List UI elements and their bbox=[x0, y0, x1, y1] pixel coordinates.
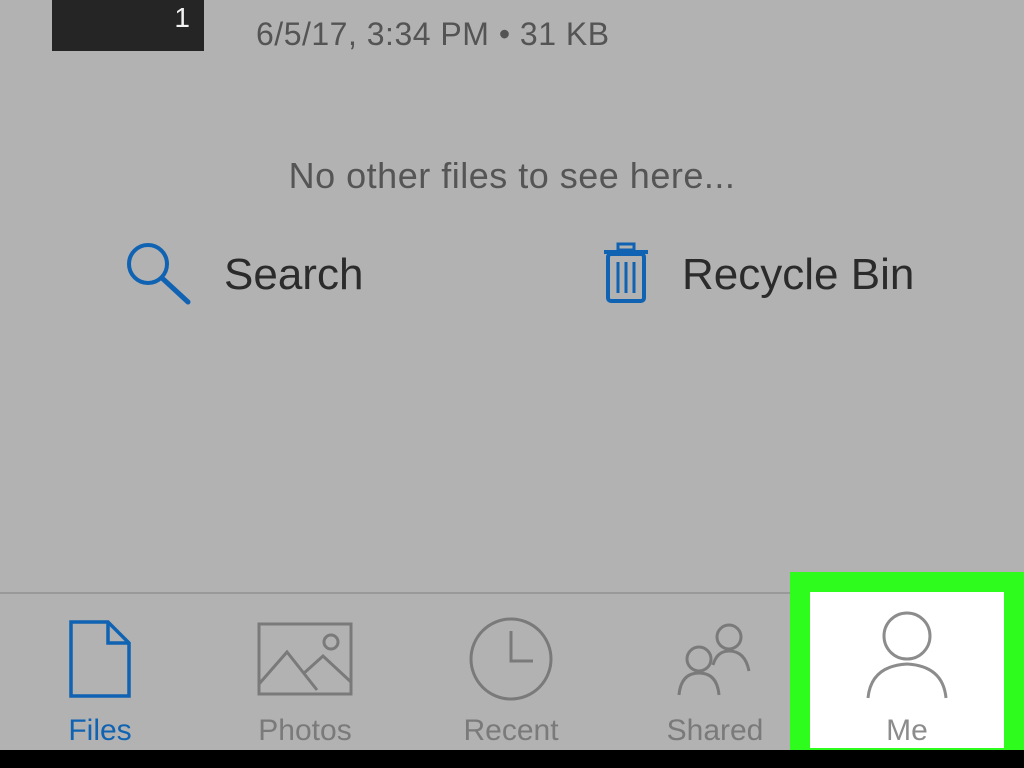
search-label: Search bbox=[224, 250, 364, 299]
empty-message: No other files to see here... bbox=[288, 155, 736, 196]
tab-files-label: Files bbox=[68, 714, 132, 747]
tab-recent-label: Recent bbox=[463, 714, 559, 747]
file-metadata: 6/5/17, 3:34 PM • 31 KB bbox=[256, 16, 610, 52]
photo-icon bbox=[257, 604, 353, 714]
recycle-bin-button[interactable]: Recycle Bin bbox=[602, 240, 914, 310]
tab-me-label: Me bbox=[886, 714, 928, 747]
file-thumbnail[interactable]: 1 bbox=[52, 0, 204, 51]
onedrive-screen: 1 6/5/17, 3:34 PM • 31 KB No other files… bbox=[0, 0, 1024, 768]
tab-me[interactable]: Me bbox=[810, 592, 1004, 748]
search-icon bbox=[122, 240, 194, 311]
clock-icon bbox=[467, 604, 555, 714]
person-icon bbox=[865, 610, 949, 700]
recycle-bin-label: Recycle Bin bbox=[682, 250, 915, 299]
tab-recent[interactable]: Recent bbox=[421, 594, 601, 752]
file-page-count: 1 bbox=[174, 2, 190, 33]
tab-me-highlight: Me bbox=[790, 572, 1024, 768]
bottom-edge bbox=[0, 750, 1024, 768]
trash-icon bbox=[602, 242, 650, 309]
tab-shared[interactable]: Shared bbox=[625, 594, 805, 752]
tab-shared-label: Shared bbox=[666, 714, 764, 747]
search-button[interactable]: Search bbox=[122, 240, 363, 310]
tab-photos[interactable]: Photos bbox=[215, 594, 395, 752]
file-icon bbox=[68, 604, 132, 714]
tab-files[interactable]: Files bbox=[10, 594, 190, 752]
people-icon bbox=[677, 604, 753, 714]
tab-photos-label: Photos bbox=[258, 714, 352, 747]
